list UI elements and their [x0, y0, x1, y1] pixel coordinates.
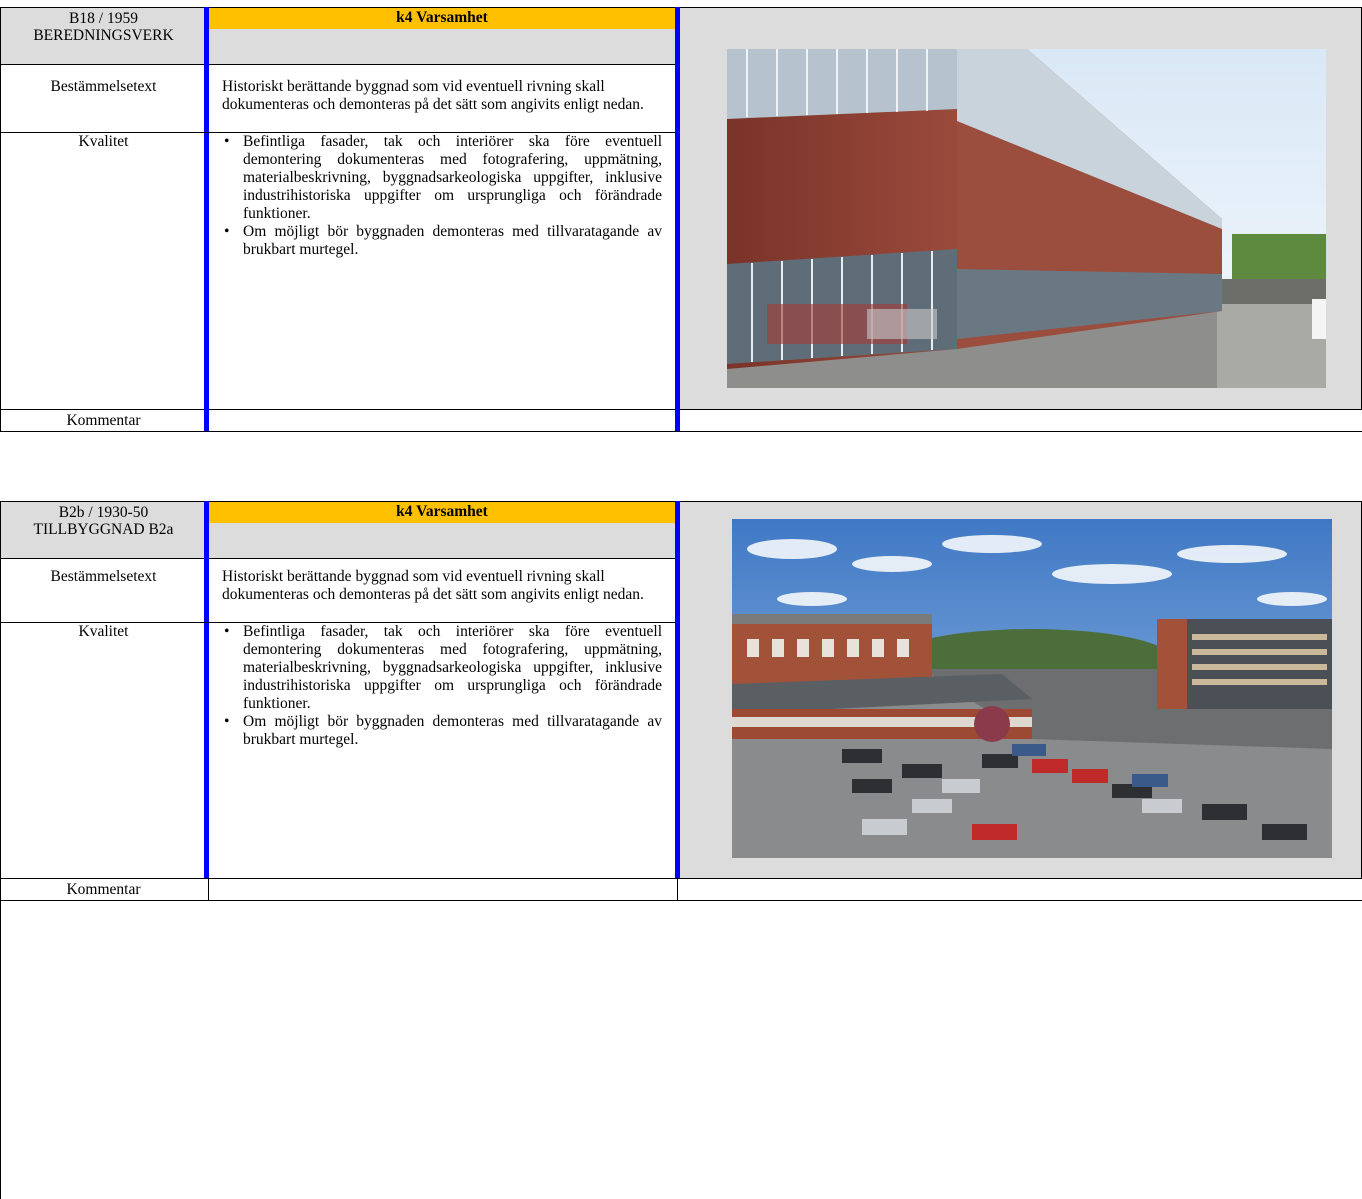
kommentar-label: Kommentar — [66, 412, 141, 429]
rule — [0, 558, 675, 559]
list-item-text: Befintliga fasader, tak och interiörer s… — [243, 623, 662, 712]
header-gray-mid — [209, 523, 675, 558]
bullet-icon: • — [224, 713, 230, 730]
kvalitet-label: Kvalitet — [78, 133, 129, 150]
blue-divider — [675, 7, 680, 431]
kvalitet-label: Kvalitet — [78, 623, 129, 640]
bullet-icon: • — [224, 133, 230, 150]
bestammelsetext-label: Bestämmelsetext — [50, 78, 157, 95]
bullet-icon: • — [224, 623, 230, 640]
list-item: • Befintliga fasader, tak och interiörer … — [222, 623, 662, 713]
list-item: • Befintliga fasader, tak och interiörer … — [222, 133, 662, 223]
list-item-text: Befintliga fasader, tak och interiörer s… — [243, 133, 662, 222]
kvalitet-list: • Befintliga fasader, tak och interiörer … — [222, 133, 662, 259]
rule — [208, 878, 209, 900]
bullet-icon: • — [224, 223, 230, 240]
rule — [0, 7, 1, 431]
brick-building-photo — [727, 49, 1326, 388]
page-frame — [0, 901, 1, 1199]
rule — [0, 431, 1362, 432]
list-item-text: Om möjligt bör byggnaden demonteras med … — [243, 713, 662, 748]
kommentar-label: Kommentar — [66, 881, 141, 898]
status-badge: k4 Varsamhet — [209, 7, 675, 29]
bestammelsetext-label: Bestämmelsetext — [50, 568, 157, 585]
bestammelsetext-value: Historiskt berättande byggnad som vid ev… — [222, 78, 644, 113]
blue-divider — [204, 7, 209, 431]
kvalitet-list: • Befintliga fasader, tak och interiörer … — [222, 623, 662, 749]
rule — [677, 878, 678, 900]
rule — [0, 501, 1, 900]
blue-divider — [675, 501, 680, 878]
parking-lot-photo — [732, 519, 1332, 858]
list-item-text: Om möjligt bör byggnaden demonteras med … — [243, 223, 662, 258]
list-item: • Om möjligt bör byggnaden demonteras med… — [222, 713, 662, 749]
building-id: B2b / 1930-50 — [58, 504, 149, 521]
building-name: TILLBYGGNAD B2a — [33, 521, 174, 538]
building-id: B18 / 1959 — [69, 10, 138, 27]
bestammelsetext-value: Historiskt berättande byggnad som vid ev… — [222, 568, 644, 603]
list-item: • Om möjligt bör byggnaden demonteras med… — [222, 223, 662, 259]
header-gray-mid — [209, 29, 675, 64]
blue-divider — [204, 501, 209, 878]
rule — [0, 900, 1362, 901]
rule — [0, 878, 1362, 879]
status-badge: k4 Varsamhet — [209, 501, 675, 523]
building-name: BEREDNINGSVERK — [33, 27, 174, 44]
rule — [0, 64, 675, 65]
